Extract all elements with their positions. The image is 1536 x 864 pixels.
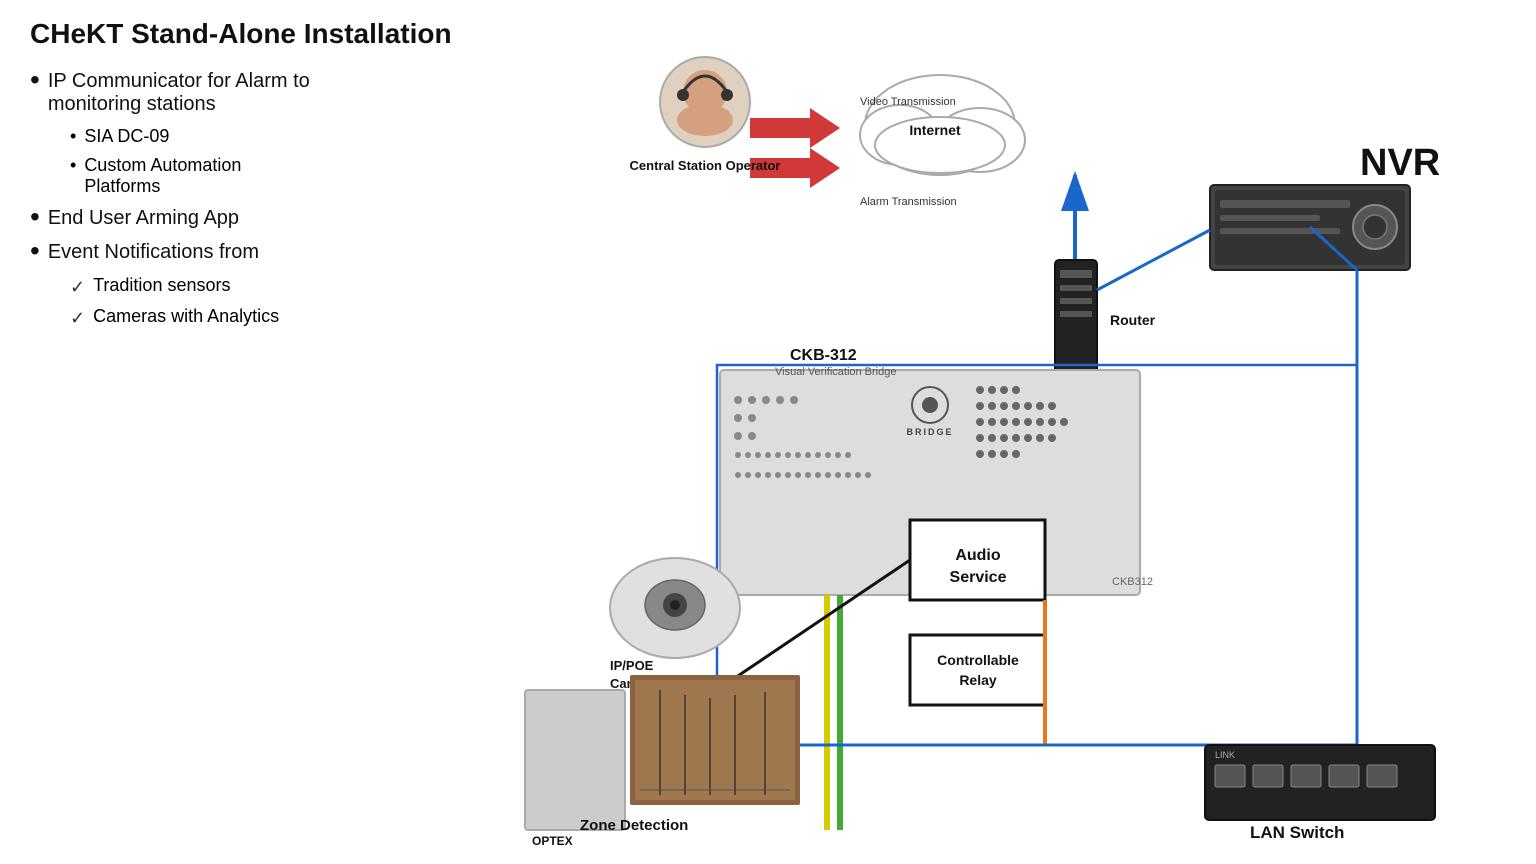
- bullet-sub-custom: • Custom AutomationPlatforms: [70, 155, 450, 197]
- svg-text:LAN Switch: LAN Switch: [1250, 823, 1344, 842]
- bullet-sub-sensors: ✓ Tradition sensors: [70, 275, 450, 298]
- svg-text:NVR: NVR: [1360, 142, 1440, 184]
- svg-text:Video Transmission: Video Transmission: [860, 96, 956, 108]
- svg-text:Controllable: Controllable: [937, 652, 1019, 668]
- bullet-text-3: Event Notifications from: [48, 241, 259, 264]
- bullet-item-3: • Event Notifications from: [30, 241, 450, 265]
- bullet-sub-text-cameras: Cameras with Analytics: [93, 306, 279, 327]
- bullet-sub-dot-1: •: [70, 126, 76, 147]
- svg-text:Zone Detection: Zone Detection: [580, 817, 688, 834]
- svg-text:OPTEX: OPTEX: [532, 834, 573, 848]
- svg-text:Visual Verification Bridge: Visual Verification Bridge: [775, 366, 896, 378]
- diagram-svg: Internet Video Transmission Alarm Transm…: [520, 30, 1500, 850]
- bullet-sub-text-custom: Custom AutomationPlatforms: [84, 155, 241, 197]
- svg-text:CKB312: CKB312: [1112, 576, 1153, 588]
- svg-text:Relay: Relay: [959, 672, 997, 688]
- svg-text:LINK: LINK: [1215, 750, 1235, 760]
- bullet-text-1: IP Communicator for Alarm tomonitoring s…: [48, 70, 310, 116]
- bullet-dot-2: •: [30, 203, 40, 231]
- svg-text:Service: Service: [950, 569, 1007, 586]
- bullet-item-1: • IP Communicator for Alarm tomonitoring…: [30, 70, 450, 116]
- svg-text:Central Station Operator: Central Station Operator: [630, 158, 781, 173]
- svg-text:CKB-312: CKB-312: [790, 347, 857, 364]
- bullet-dot-1: •: [30, 66, 40, 94]
- internet-cloud: Internet: [860, 75, 1025, 175]
- bullet-sub-dot-2: •: [70, 155, 76, 176]
- page: CHeKT Stand-Alone Installation • IP Comm…: [0, 0, 1536, 864]
- svg-text:Router: Router: [1110, 312, 1156, 328]
- check-mark-1: ✓: [70, 277, 85, 298]
- check-mark-2: ✓: [70, 308, 85, 329]
- svg-text:BRIDGE: BRIDGE: [906, 427, 953, 437]
- svg-text:IP/POE: IP/POE: [610, 658, 654, 673]
- svg-text:Alarm Transmission: Alarm Transmission: [860, 196, 957, 208]
- bullet-text-2: End User Arming App: [48, 207, 239, 230]
- bullet-item-2: • End User Arming App: [30, 207, 450, 231]
- bullet-dot-3: •: [30, 237, 40, 265]
- bullet-sub-text-sensors: Tradition sensors: [93, 275, 230, 296]
- bullet-list: • IP Communicator for Alarm tomonitoring…: [30, 70, 450, 337]
- svg-text:Camera: Camera: [610, 676, 658, 691]
- bullet-sub-text-sia: SIA DC-09: [84, 126, 169, 147]
- bullet-sub-sia: • SIA DC-09: [70, 126, 450, 147]
- svg-text:FitLink: FitLink: [532, 849, 572, 850]
- svg-text:Audio: Audio: [955, 547, 1001, 564]
- bullet-sub-cameras: ✓ Cameras with Analytics: [70, 306, 450, 329]
- diagram: Internet Video Transmission Alarm Transm…: [520, 30, 1500, 850]
- page-title: CHeKT Stand-Alone Installation: [30, 18, 452, 50]
- svg-text:Internet: Internet: [909, 122, 961, 138]
